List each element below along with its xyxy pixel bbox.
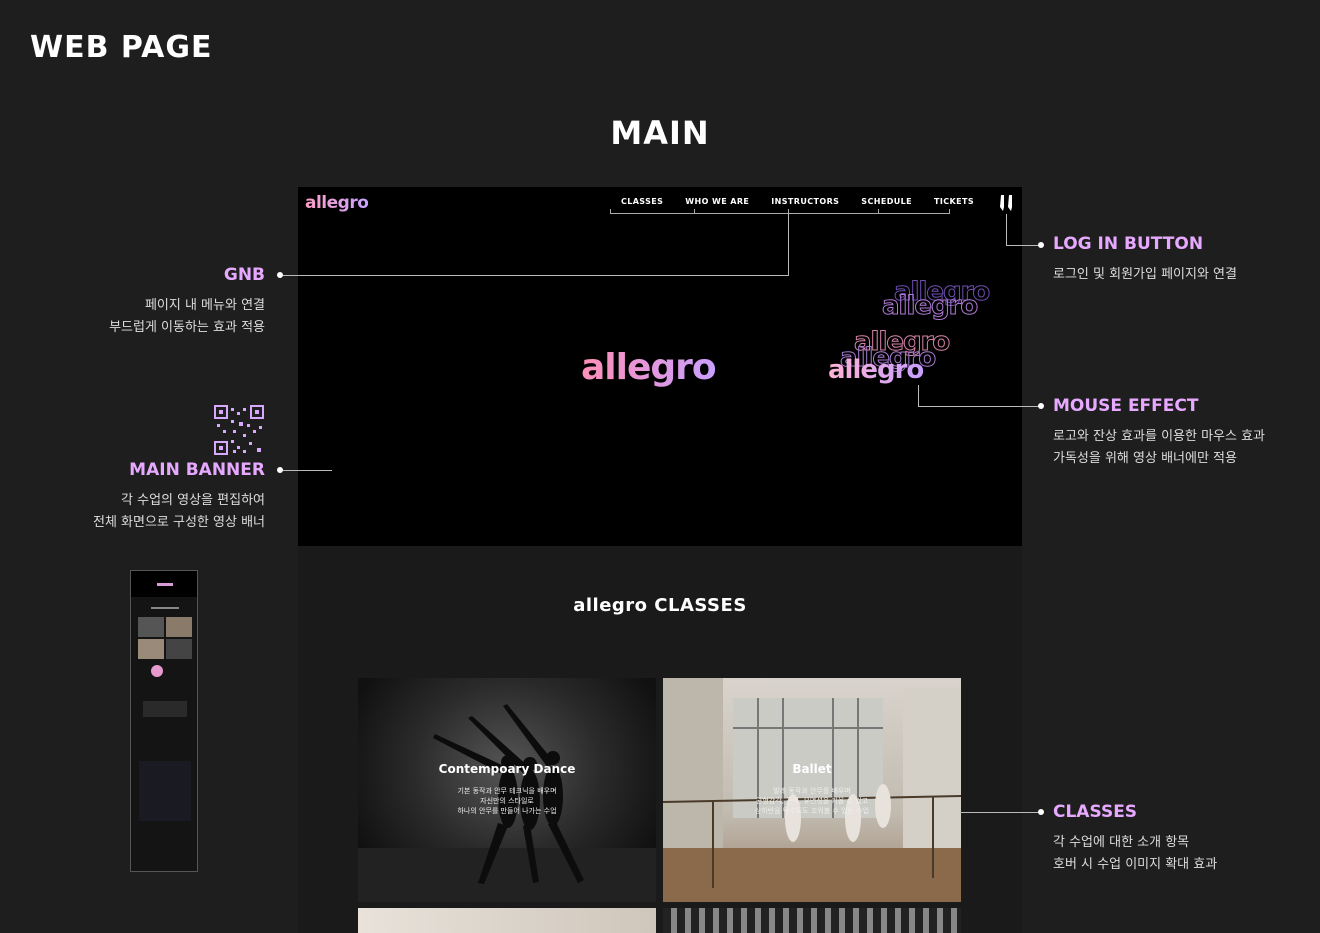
gnb-dot (277, 272, 283, 278)
qr-code-icon (213, 404, 265, 456)
banner-connector (280, 470, 332, 471)
gnb-tick (694, 209, 695, 214)
nav-item-instructors[interactable]: INSTRUCTORS (771, 197, 839, 206)
mouse-effect-annotation-title: MOUSE EFFECT (1053, 396, 1199, 416)
card-desc-line: 발레 동작과 안무를 배우며 (773, 787, 851, 795)
classes-annotation-title: CLASSES (1053, 802, 1138, 822)
thumb-section (139, 761, 191, 821)
card-desc: 발레 동작과 안무를 배우며 균형감각, 근력, 유연성을 키울 수 있고 상하… (663, 786, 961, 816)
thumb-card (138, 617, 164, 637)
card-title: Ballet (792, 762, 832, 776)
thumb-circle (151, 665, 163, 677)
ghost-logo: allegro (881, 291, 978, 322)
main-banner-annotation-desc: 각 수업의 영상을 편집하여 전체 화면으로 구성한 영상 배너 (20, 490, 265, 534)
card-title: Contempoary Dance (438, 762, 576, 776)
nav-item-tickets[interactable]: TICKETS (934, 197, 974, 206)
login-annotation-desc: 로그인 및 회원가입 페이지와 연결 (1053, 264, 1237, 286)
gnb: CLASSES WHO WE ARE INSTRUCTORS SCHEDULE … (621, 197, 974, 206)
annotation-line: 로그인 및 회원가입 페이지와 연결 (1053, 267, 1237, 282)
mouse-effect-annotation-desc: 로고와 잔상 효과를 이용한 마우스 효과 가독성을 위해 영상 배너에만 적용 (1053, 426, 1265, 470)
card-desc-line: 상하반을 탁수도도 꼬워볼 수 있는 수업 (754, 807, 870, 815)
card-desc-line: 자신만의 스타일로 (480, 797, 534, 805)
banner-dot (277, 467, 283, 473)
full-page-thumbnail (130, 570, 198, 872)
thumb-card (138, 639, 164, 659)
mouse-dot (1038, 403, 1044, 409)
classes-dot (1038, 809, 1044, 815)
login-icon[interactable] (998, 193, 1014, 213)
nav-item-who-we-are[interactable]: WHO WE ARE (685, 197, 749, 206)
gnb-tick (878, 209, 879, 214)
login-annotation-title: LOG IN BUTTON (1053, 234, 1204, 254)
card-desc-line: 기본 동작과 안무 테크닉을 배우며 (457, 787, 557, 795)
annotation-line: 가독성을 위해 영상 배너에만 적용 (1053, 451, 1237, 466)
class-card-contemporary[interactable]: Contempoary Dance 기본 동작과 안무 테크닉을 배우며 자신만… (358, 678, 656, 902)
page-title: WEB PAGE (30, 30, 213, 65)
main-banner: allegro CLASSES WHO WE ARE INSTRUCTORS S… (298, 187, 1022, 546)
class-card-ballet[interactable]: Ballet 발레 동작과 안무를 배우며 균형감각, 근력, 유연성을 키울 … (663, 678, 961, 902)
gnb-connector (788, 212, 789, 276)
section-title: MAIN (610, 114, 710, 152)
card-desc-line: 하나의 안무를 만들어 나가는 수업 (457, 807, 557, 815)
annotation-line: 페이지 내 메뉴와 연결 (144, 298, 265, 313)
class-card-partial[interactable] (663, 908, 961, 933)
annotation-line: 전체 화면으로 구성한 영상 배너 (92, 515, 265, 530)
login-connector (1006, 245, 1040, 246)
login-dot (1038, 242, 1044, 248)
thumb-section (143, 701, 187, 717)
gnb-annotation-title: GNB (223, 265, 265, 285)
main-banner-annotation-title: MAIN BANNER (129, 460, 265, 480)
hero-logo: allegro (581, 347, 717, 388)
gnb-annotation-desc: 페이지 내 메뉴와 연결 부드럽게 이동하는 효과 적용 (20, 295, 265, 339)
card-desc-line: 균형감각, 근력, 유연성을 키울 수 있고 (755, 797, 869, 805)
mouse-connector (918, 406, 1040, 407)
thumb-heading (151, 607, 179, 609)
annotation-line: 호버 시 수업 이미지 확대 효과 (1053, 857, 1218, 872)
annotation-line: 각 수업의 영상을 편집하여 (121, 493, 265, 508)
site-logo[interactable]: allegro (305, 193, 369, 213)
gnb-bracket (610, 209, 950, 214)
annotation-line: 로고와 잔상 효과를 이용한 마우스 효과 (1053, 429, 1266, 444)
nav-item-schedule[interactable]: SCHEDULE (861, 197, 912, 206)
login-connector (1006, 214, 1007, 245)
thumb-card (166, 617, 192, 637)
classes-title: allegro CLASSES (573, 595, 747, 616)
card-desc: 기본 동작과 안무 테크닉을 배우며 자신만의 스타일로 하나의 안무를 만들어… (358, 786, 656, 816)
site-mockup: allegro CLASSES WHO WE ARE INSTRUCTORS S… (298, 187, 1022, 933)
thumb-card (166, 639, 192, 659)
annotation-line: 각 수업에 대한 소개 항목 (1053, 835, 1190, 850)
mouse-logo: allegro (828, 355, 924, 385)
classes-annotation-desc: 각 수업에 대한 소개 항목 호버 시 수업 이미지 확대 효과 (1053, 832, 1217, 876)
nav-item-classes[interactable]: CLASSES (621, 197, 663, 206)
mouse-connector (918, 385, 919, 407)
gnb-connector (280, 275, 789, 276)
thumb-logo (157, 583, 173, 586)
annotation-line: 부드럽게 이동하는 효과 적용 (109, 320, 265, 335)
classes-connector (960, 812, 1040, 813)
class-card-partial[interactable] (358, 908, 656, 933)
